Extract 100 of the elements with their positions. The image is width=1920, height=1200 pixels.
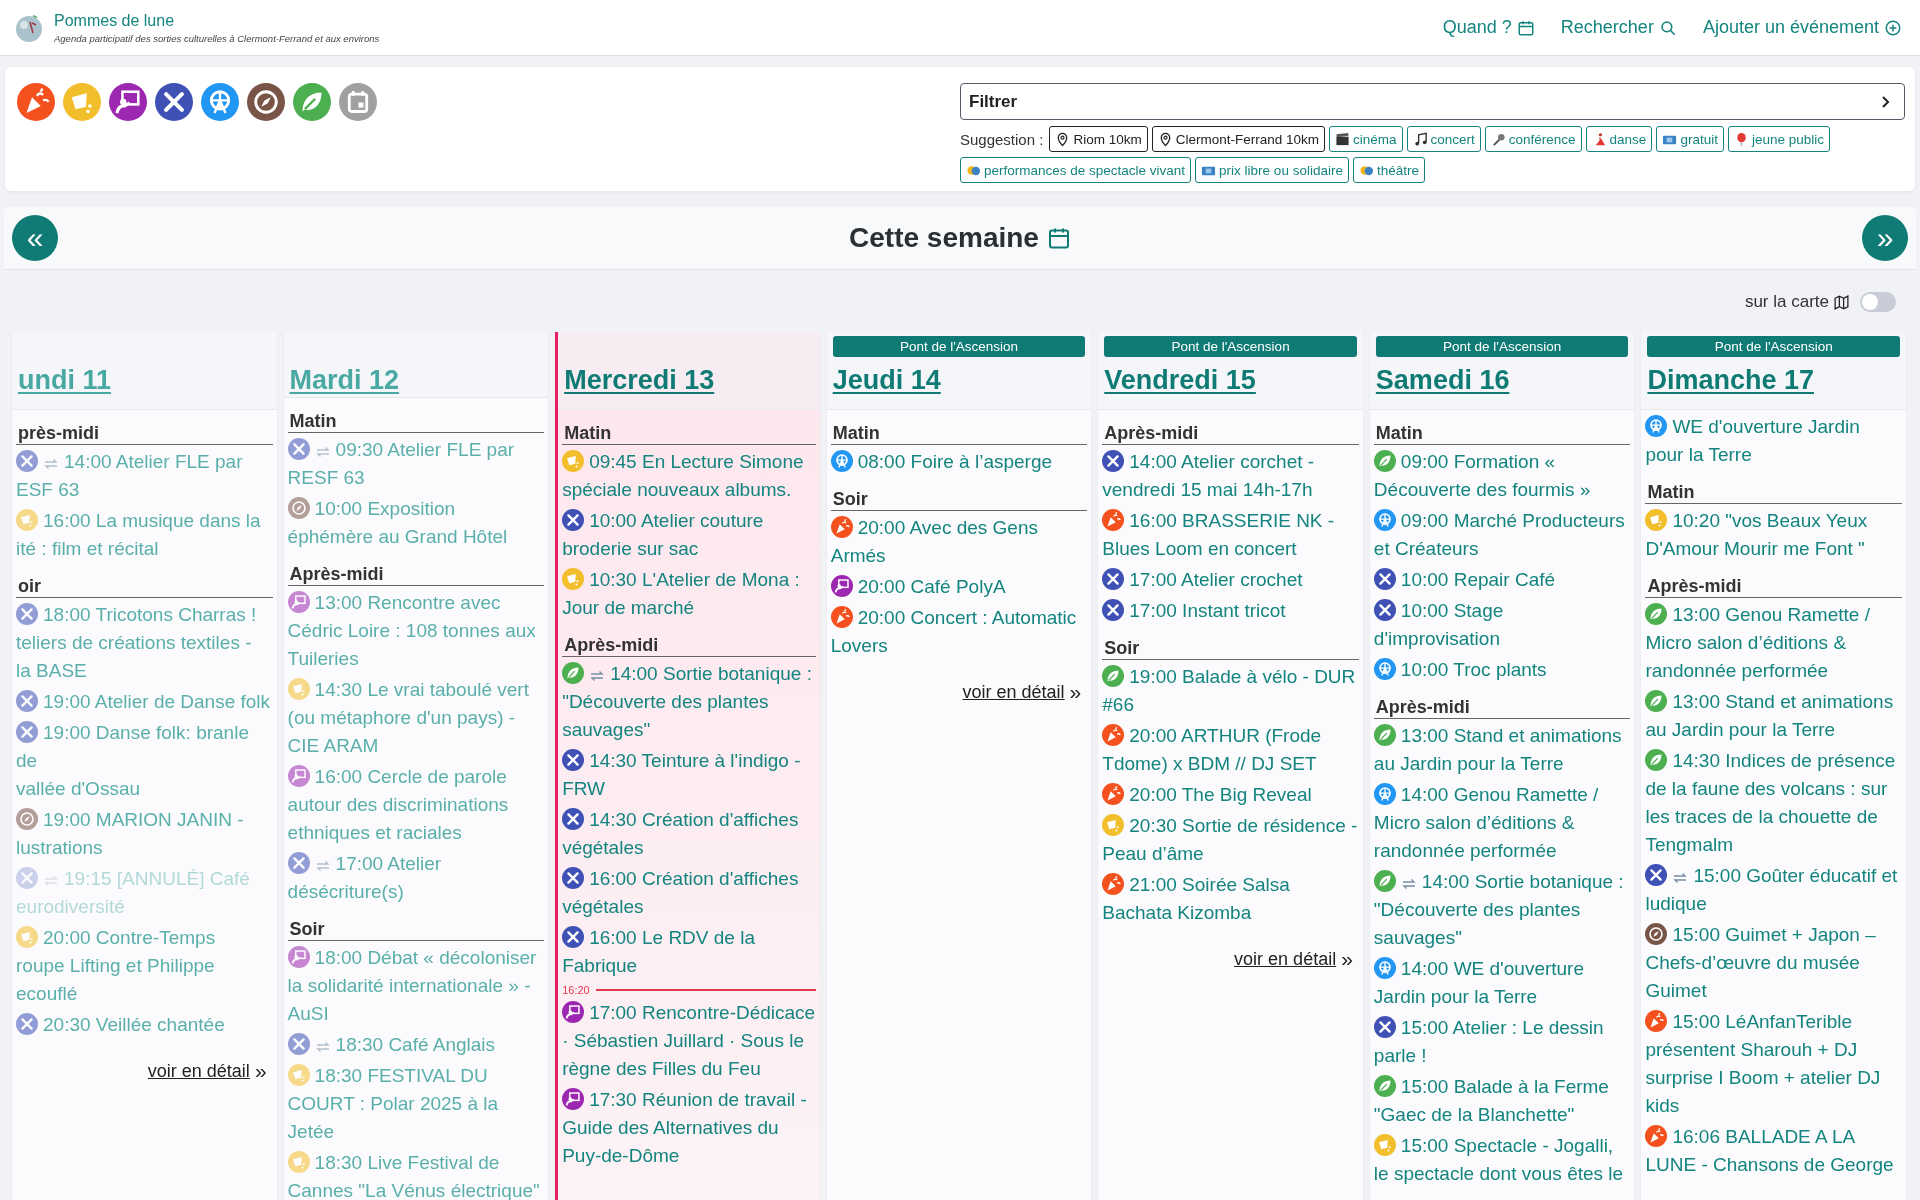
event-link[interactable]: 15:00 LéAnfanTerible présentent Sharouh + DJ surprise I Boom + atelier DJ kids — [1645, 1008, 1902, 1120]
event-link[interactable]: 15:00 Guimet + Japon – Chefs-d’œuvre du musée Guimet — [1645, 921, 1902, 1005]
event-link[interactable]: WE d'ouverture Jardin pour la Terre — [1645, 413, 1902, 469]
event-link[interactable]: 14:00 Atelier FLE par ESF 63 — [16, 448, 273, 504]
event-link[interactable]: 10:00 Exposition éphémère au Grand Hôtel — [287, 495, 545, 551]
event-link[interactable]: 15:00 Atelier : Le dessin parle ! — [1373, 1014, 1631, 1070]
event-link[interactable]: 10:00 Troc plants — [1373, 656, 1631, 684]
party-popper-icon[interactable] — [17, 83, 55, 121]
event-link[interactable]: 10:00 Stage d'improvisation — [1373, 597, 1631, 653]
event-link[interactable]: 17:30 Réunion de travail - Guide des Alternatives du Puy-de-Dôme — [562, 1086, 816, 1170]
event-link[interactable]: 20:30 Sortie de résidence - Peau d’âme — [1102, 812, 1359, 868]
event-link[interactable]: 18:00 Tricotons Charras ! teliers de créations textiles - la BASE — [16, 601, 273, 685]
event-link[interactable]: 13:00 Stand et animations au Jardin pour la Terre — [1373, 722, 1631, 778]
details-link[interactable]: voir en détail — [147, 1060, 250, 1082]
tag-chip[interactable]: jeune public — [1727, 126, 1830, 152]
event-link[interactable]: 19:00 Danse folk: branle de vallée d'Ossau — [16, 719, 273, 803]
previous-week-button[interactable]: « — [12, 215, 58, 261]
tag-chip[interactable]: danse — [1585, 126, 1653, 152]
event-link[interactable]: 15:00 Balade à la Ferme "Gaec de la Blanchette" — [1373, 1073, 1631, 1129]
logo-icon[interactable] — [14, 12, 44, 43]
event-link[interactable]: 21:00 Soirée Salsa Bachata Kizomba — [1102, 871, 1359, 927]
filter-dropdown[interactable]: Filtrer — [960, 83, 1905, 120]
event-link[interactable]: 16:06 BALLADE A LA LUNE - Chansons de George — [1645, 1123, 1902, 1179]
day-title[interactable]: Jeudi 14 — [832, 365, 941, 395]
event-link[interactable]: 19:00 Atelier de Danse folk — [16, 688, 273, 716]
ferris-wheel-icon[interactable] — [201, 83, 239, 121]
day-title[interactable]: Vendredi 15 — [1104, 365, 1256, 395]
day-title[interactable]: Samedi 16 — [1375, 365, 1510, 395]
event-link[interactable]: 17:00 Instant tricot — [1102, 597, 1359, 625]
event-link[interactable]: 10:00 Atelier couture broderie sur sac — [562, 507, 816, 563]
event-link[interactable]: 09:45 En Lecture Simone spéciale nouveaux albums. — [562, 448, 816, 504]
event-link[interactable]: 16:00 La musique dans la ité : film et récital — [16, 507, 273, 563]
place-chip[interactable]: Riom 10km — [1049, 126, 1148, 152]
calendar-icon[interactable] — [1046, 226, 1071, 250]
event-link[interactable]: 14:00 WE d'ouverture Jardin pour la Terre — [1373, 955, 1631, 1011]
event-link[interactable]: 13:00 Stand et animations au Jardin pour la Terre — [1645, 688, 1902, 744]
event-link[interactable]: 10:20 "vos Beaux Yeux D'Amour Mourir me Font " — [1645, 507, 1902, 563]
site-title[interactable]: Pommes de lune — [54, 11, 380, 30]
event-link[interactable]: 17:00 Rencontre-Dédicace · Sébastien Juillard · Sous le règne des Filles du Feu — [562, 999, 816, 1083]
current-time-label: 16:20 — [562, 984, 590, 996]
nav-link[interactable]: Rechercher — [1560, 17, 1677, 38]
nav-link[interactable]: Quand ? — [1442, 17, 1535, 38]
event-link[interactable]: 14:30 Création d'affiches végétales — [562, 806, 816, 862]
microphone-icon — [1490, 131, 1506, 147]
day-title[interactable]: undi 11 — [18, 365, 112, 395]
leaf-icon[interactable] — [293, 83, 331, 121]
event-link[interactable]: 14:30 Teinture à l'indigo - FRW — [562, 747, 816, 803]
event-link[interactable]: 19:00 Balade à vélo - DUR #66 — [1102, 663, 1359, 719]
event-link[interactable]: 20:00 Café PolyA — [830, 573, 1088, 601]
presentation-icon[interactable] — [109, 83, 147, 121]
event-link[interactable]: 18:30 Café Anglais — [287, 1031, 545, 1059]
event-link[interactable]: 10:30 L'Atelier de Mona : Jour de marché — [562, 566, 816, 622]
event-link[interactable]: 20:00 Avec des Gens Armés — [830, 514, 1088, 570]
event-link[interactable]: 10:00 Repair Café — [1373, 566, 1631, 594]
day-title[interactable]: Dimanche 17 — [1647, 365, 1814, 395]
holiday-banner: Pont de l'Ascension — [1647, 336, 1900, 357]
event-link[interactable]: 14:30 Le vrai taboulé vert (ou métaphore d'un pays) - CIE ARAM — [287, 676, 545, 760]
next-week-button[interactable]: » — [1862, 215, 1908, 261]
event-link[interactable]: 17:00 Atelier désécriture(s) — [287, 850, 545, 906]
tag-chip[interactable]: cinéma — [1328, 126, 1403, 152]
event-link[interactable]: 18:30 FESTIVAL DU COURT : Polar 2025 à la Jetée — [287, 1062, 545, 1146]
map-toggle-switch[interactable] — [1860, 292, 1896, 312]
event-link[interactable]: 20:00 Concert : Automatic Lovers — [830, 604, 1088, 660]
event-link[interactable]: 14:00 Sortie botanique : "Découverte des plantes sauvages" — [562, 660, 816, 744]
calendar-icon[interactable] — [339, 83, 377, 121]
event-link[interactable]: 17:00 Atelier crochet — [1102, 566, 1359, 594]
tag-chip[interactable]: théâtre — [1352, 157, 1425, 183]
event-link[interactable]: 20:00 ARTHUR (Frode Tdome) x BDM // DJ SET — [1102, 722, 1359, 778]
event-link[interactable]: 18:00 Débat « décoloniser la solidarité internationale » - AuSI — [287, 944, 545, 1028]
place-chip[interactable]: Clermont-Ferrand 10km — [1151, 126, 1325, 152]
tag-chip[interactable]: concert — [1406, 126, 1481, 152]
event-link[interactable]: 13:00 Genou Ramette / Micro salon d’éditions & randonnée performée — [1645, 601, 1902, 685]
compass-icon[interactable] — [247, 83, 285, 121]
event-link[interactable]: 20:00 Contre-Temps roupe Lifting et Philippe ecouflé — [16, 924, 273, 1008]
details-link[interactable]: voir en détail — [1234, 948, 1337, 970]
event-link[interactable]: 20:00 The Big Reveal — [1102, 781, 1359, 809]
tag-chip[interactable]: gratuit — [1656, 126, 1724, 152]
day-title[interactable]: Mardi 12 — [289, 365, 400, 395]
event-link[interactable]: 19:00 MARION JANIN - lustrations — [16, 806, 273, 862]
tag-chip[interactable]: performances de spectacle vivant — [960, 157, 1192, 183]
nav-link[interactable]: Ajouter un événement — [1702, 17, 1902, 38]
event-link[interactable]: 14:00 Sortie botanique : "Découverte des plantes sauvages" — [1373, 868, 1631, 952]
event-link[interactable]: 15:00 Goûter éducatif et ludique — [1645, 862, 1902, 918]
event-link[interactable]: 14:00 Genou Ramette / Micro salon d’éditions & randonnée performée — [1373, 781, 1631, 865]
event-link[interactable]: 09:30 Atelier FLE par RESF 63 — [287, 436, 545, 492]
details-link[interactable]: voir en détail — [962, 681, 1065, 703]
event-link[interactable]: 20:30 Veillée chantée — [16, 1011, 273, 1039]
event-link[interactable]: 16:00 Le RDV de la Fabrique — [562, 924, 816, 980]
event-link[interactable]: 15:00 Spectacle - Jogalli, le spectacle dont vous êtes le — [1373, 1132, 1631, 1188]
event-link[interactable]: 08:00 Foire à l’asperge — [830, 448, 1088, 476]
event-link[interactable]: 09:00 Formation « Découverte des fourmis » — [1373, 448, 1631, 504]
event-link[interactable]: 14:00 Atelier corchet - vendredi 15 mai 14h-17h — [1102, 448, 1359, 504]
event-link[interactable]: 16:00 BRASSERIE NK - Blues Loom en concert — [1102, 507, 1359, 563]
event-link[interactable]: 09:00 Marché Producteurs et Créateurs — [1373, 507, 1631, 563]
event-link[interactable]: 16:00 Création d'affiches végétales — [562, 865, 816, 921]
event-link[interactable]: 13:00 Rencontre avec Cédric Loire : 108 tonnes aux Tuileries — [287, 589, 545, 673]
event-link[interactable]: 14:30 Indices de présence de la faune des volcans : sur les traces de la chouette de Tengmalm — [1645, 747, 1902, 859]
tag-chip[interactable]: conférence — [1484, 126, 1582, 152]
event-link[interactable]: 16:00 Cercle de parole autour des discriminations ethniques et raciales — [287, 763, 545, 847]
tag-chip[interactable]: prix libre ou solidaire — [1195, 157, 1349, 183]
